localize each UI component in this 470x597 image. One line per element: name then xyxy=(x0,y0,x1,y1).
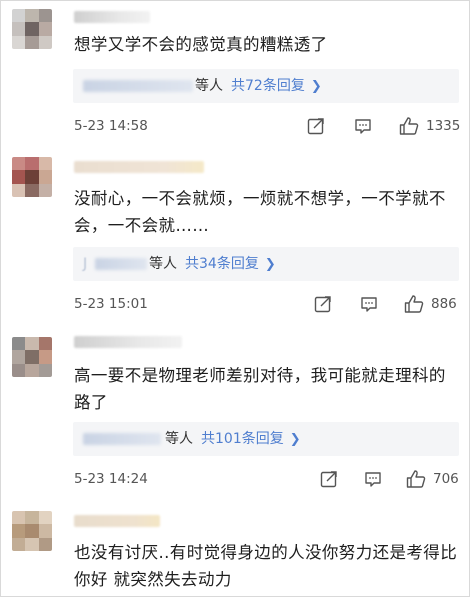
avatar-pixel xyxy=(38,35,52,49)
thumbs-up-icon xyxy=(404,295,424,313)
reply-count-link[interactable]: 共72条回复 xyxy=(231,78,305,94)
avatar-pixel xyxy=(38,363,52,377)
reply-summary[interactable]: J 等人 共34条回复 ❯ xyxy=(73,247,459,281)
comment-button[interactable] xyxy=(353,116,373,136)
chevron-right-icon: ❯ xyxy=(310,79,322,94)
avatar-pixel xyxy=(38,22,52,36)
reply-summary[interactable]: 等人 共101条回复 ❯ xyxy=(73,422,459,456)
like-count: 706 xyxy=(433,471,459,487)
comment-icon xyxy=(365,472,381,487)
username-blurred[interactable] xyxy=(74,161,204,173)
share-button[interactable] xyxy=(313,294,333,314)
like-button[interactable]: 706 xyxy=(405,468,459,490)
reply-count-link[interactable]: 共101条回复 xyxy=(201,431,284,447)
comment-button[interactable] xyxy=(363,469,383,489)
username-blurred[interactable] xyxy=(74,11,150,23)
like-count: 886 xyxy=(431,296,457,312)
avatar-pixel xyxy=(25,183,39,197)
avatar-pixel xyxy=(12,22,26,36)
avatar-pixel xyxy=(25,22,39,36)
reply-suffix-text: 等人 xyxy=(149,256,177,272)
avatar-pixel xyxy=(25,350,39,364)
avatar-pixel xyxy=(38,183,52,197)
comment-text: 也没有讨厌..有时觉得身边的人没你努力还是考得比你好 就突然失去动力 xyxy=(74,543,458,589)
comment-icon xyxy=(361,297,377,312)
avatar-pixel xyxy=(38,537,52,551)
share-icon xyxy=(320,471,337,488)
avatar-pixel xyxy=(25,511,39,525)
share-button[interactable] xyxy=(319,469,339,489)
avatar-pixel xyxy=(25,35,39,49)
avatar[interactable] xyxy=(12,157,52,197)
share-icon xyxy=(307,118,324,135)
share-button[interactable] xyxy=(306,116,326,136)
avatar-pixel xyxy=(12,183,26,197)
username-blurred[interactable] xyxy=(74,515,160,527)
comment-date: 5-23 14:24 xyxy=(74,471,148,487)
avatar-pixel xyxy=(12,511,26,525)
avatar-pixel xyxy=(25,170,39,184)
avatar[interactable] xyxy=(12,511,52,551)
comment-button[interactable] xyxy=(359,294,379,314)
reply-username-partial: J xyxy=(83,256,88,272)
comment-icon xyxy=(355,119,371,134)
reply-suffix-text: 等人 xyxy=(165,431,193,447)
avatar[interactable] xyxy=(12,9,52,49)
avatar-pixel xyxy=(12,350,26,364)
avatar-pixel xyxy=(38,170,52,184)
avatar-pixel xyxy=(25,537,39,551)
reply-count-link[interactable]: 共34条回复 xyxy=(185,256,259,272)
reply-usernames-blurred xyxy=(83,80,193,92)
avatar-pixel xyxy=(38,9,52,23)
avatar-pixel xyxy=(12,157,26,171)
reply-usernames-blurred xyxy=(83,433,161,445)
like-button[interactable]: 1335 xyxy=(398,115,460,137)
comment-date: 5-23 15:01 xyxy=(74,296,148,312)
avatar[interactable] xyxy=(12,337,52,377)
username-blurred[interactable] xyxy=(74,336,182,348)
thumbs-up-icon xyxy=(406,470,426,488)
avatar-pixel xyxy=(38,337,52,351)
chevron-right-icon: ❯ xyxy=(289,432,301,447)
avatar-pixel xyxy=(12,35,26,49)
avatar-pixel xyxy=(12,9,26,23)
share-icon xyxy=(314,296,331,313)
comment-date: 5-23 14:58 xyxy=(74,118,148,134)
comment-list: 想学又学不会的感觉真的糟糕透了 等人 共72条回复 ❯ 5-23 14:58 133… xyxy=(0,0,470,597)
avatar-pixel xyxy=(38,350,52,364)
comment-text: 没耐心，一不会就烦，一烦就不想学，一不学就不会，一不会就…… xyxy=(74,189,446,235)
avatar-pixel xyxy=(12,170,26,184)
avatar-pixel xyxy=(38,511,52,525)
like-button[interactable]: 886 xyxy=(403,293,457,315)
avatar-pixel xyxy=(12,363,26,377)
avatar-pixel xyxy=(25,9,39,23)
comment-text: 高一要不是物理老师差别对待，我可能就走理科的路了 xyxy=(74,366,446,412)
avatar-pixel xyxy=(12,537,26,551)
avatar-pixel xyxy=(25,157,39,171)
avatar-pixel xyxy=(25,337,39,351)
thumbs-up-icon xyxy=(399,117,419,135)
comment-text: 想学又学不会的感觉真的糟糕透了 xyxy=(74,35,328,54)
avatar-pixel xyxy=(12,524,26,538)
avatar-pixel xyxy=(38,157,52,171)
avatar-pixel xyxy=(25,363,39,377)
avatar-pixel xyxy=(25,524,39,538)
chevron-right-icon: ❯ xyxy=(264,257,276,272)
avatar-pixel xyxy=(12,337,26,351)
avatar-pixel xyxy=(38,524,52,538)
like-count: 1335 xyxy=(426,118,461,134)
reply-usernames-blurred xyxy=(95,258,147,270)
reply-summary[interactable]: 等人 共72条回复 ❯ xyxy=(73,69,459,103)
reply-suffix-text: 等人 xyxy=(195,78,223,94)
